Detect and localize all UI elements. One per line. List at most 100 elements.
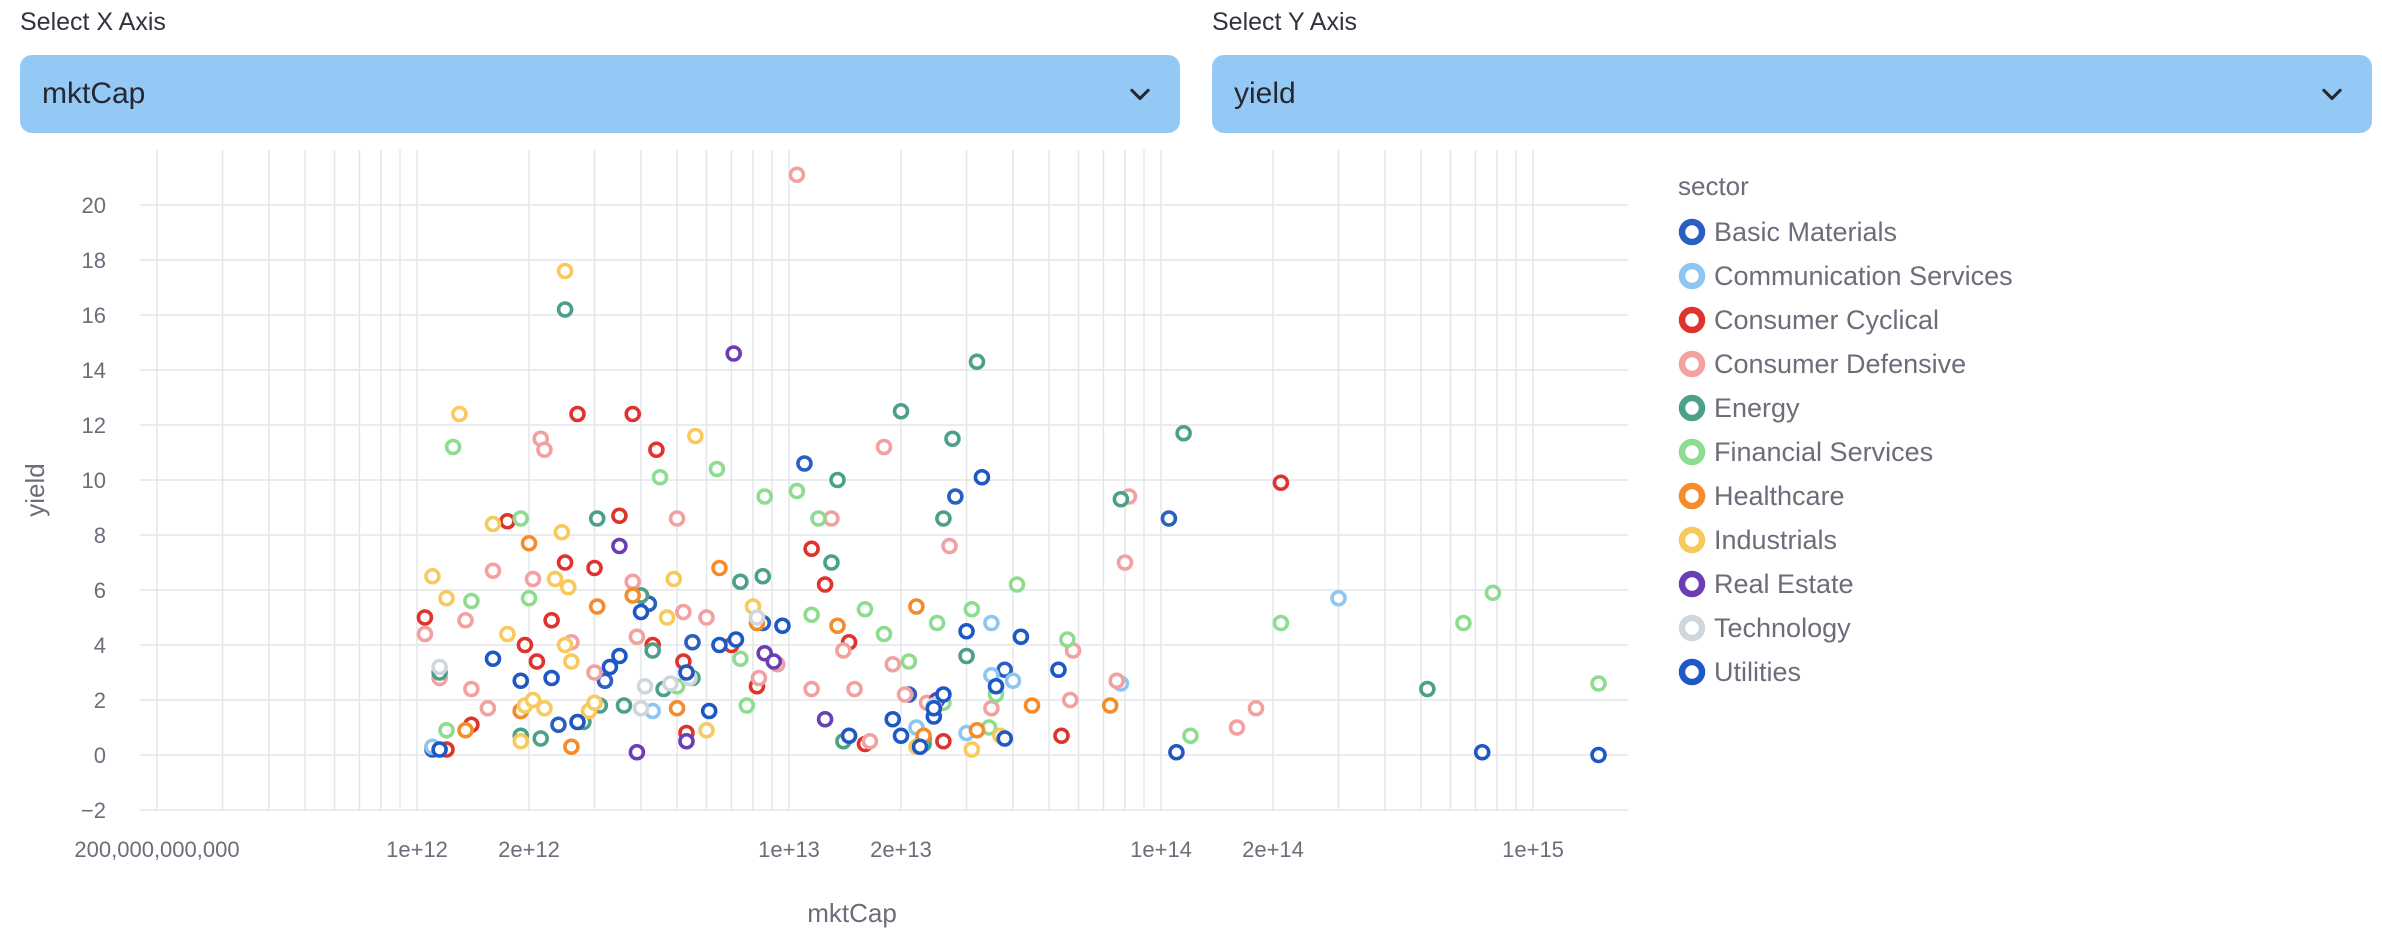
data-point xyxy=(524,570,542,588)
legend-label: Consumer Defensive xyxy=(1714,349,1966,379)
x-tick-label: 2e+12 xyxy=(498,837,560,862)
legend-title: sector xyxy=(1678,171,1749,201)
data-point xyxy=(900,653,918,670)
data-point xyxy=(725,345,743,362)
data-point xyxy=(829,471,846,489)
data-point xyxy=(553,523,571,541)
y-tick-label: 18 xyxy=(82,248,106,273)
data-point xyxy=(512,672,530,690)
x-tick-label: 2e+13 xyxy=(870,837,932,862)
data-point xyxy=(861,732,879,750)
data-point xyxy=(586,664,603,681)
data-point xyxy=(823,554,840,571)
data-point xyxy=(457,611,474,629)
data-point xyxy=(996,730,1014,747)
data-point xyxy=(438,721,455,739)
legend-marker xyxy=(1678,262,1706,290)
data-point xyxy=(892,402,910,420)
legend-label: Technology xyxy=(1714,613,1851,643)
data-point xyxy=(1059,631,1076,648)
data-point xyxy=(546,570,564,588)
data-point xyxy=(624,587,642,604)
legend-marker xyxy=(1678,570,1706,598)
legend-label: Industrials xyxy=(1714,525,1837,555)
data-point xyxy=(698,721,715,739)
chevron-down-icon xyxy=(2322,88,2342,101)
data-point xyxy=(708,460,726,478)
x-axis-select-label: Select X Axis xyxy=(20,8,166,36)
data-point xyxy=(1175,424,1192,442)
data-point xyxy=(711,636,728,654)
data-point xyxy=(416,609,434,626)
data-point xyxy=(1012,628,1030,646)
data-point xyxy=(1228,719,1246,736)
y-axis-select[interactable]: yield xyxy=(1212,55,2372,133)
data-point xyxy=(738,697,756,714)
legend-marker xyxy=(1678,218,1706,246)
data-point xyxy=(628,628,646,646)
data-point xyxy=(700,702,718,720)
data-point xyxy=(536,441,553,459)
data-point xyxy=(935,510,952,527)
data-point xyxy=(611,507,628,525)
y-axis-select-value: yield xyxy=(1234,77,1296,110)
data-point xyxy=(665,570,683,588)
data-point xyxy=(1108,672,1126,690)
data-point xyxy=(1004,672,1022,690)
data-point xyxy=(958,622,975,640)
grid-lines xyxy=(140,150,1628,811)
data-point xyxy=(632,603,650,621)
x-axis-select[interactable]: mktCap xyxy=(20,55,1180,133)
x-axis-title: mktCap xyxy=(807,898,897,928)
data-point xyxy=(588,510,606,527)
data-point xyxy=(983,699,1000,717)
data-point xyxy=(586,694,603,712)
data-point xyxy=(520,534,538,552)
legend-item: Healthcare xyxy=(1678,481,1845,511)
legend-label: Communication Services xyxy=(1714,261,2013,291)
data-point xyxy=(840,727,858,745)
data-point xyxy=(499,512,516,530)
data-point xyxy=(416,625,434,643)
data-point xyxy=(559,578,577,596)
x-tick-label: 2e+14 xyxy=(1242,837,1304,862)
y-tick-label: 12 xyxy=(82,413,106,438)
data-point xyxy=(754,567,772,585)
data-point xyxy=(816,576,834,593)
data-point xyxy=(628,743,646,761)
data-point xyxy=(1023,697,1041,714)
data-point xyxy=(516,636,534,654)
y-tick-label: −2 xyxy=(81,798,106,823)
legend-label: Consumer Cyclical xyxy=(1714,305,1939,335)
data-point xyxy=(973,468,991,486)
data-point xyxy=(884,655,902,673)
data-point xyxy=(1160,510,1178,527)
y-tick-label: 2 xyxy=(94,688,106,713)
data-point xyxy=(987,677,1005,695)
data-point xyxy=(563,738,580,756)
data-point xyxy=(884,710,902,728)
data-point xyxy=(963,600,981,618)
data-point xyxy=(896,686,914,703)
data-point xyxy=(1590,746,1607,764)
legend-marker xyxy=(1678,350,1706,378)
data-point xyxy=(648,441,665,459)
legend-label: Basic Materials xyxy=(1714,217,1897,247)
data-point xyxy=(632,699,650,717)
data-point xyxy=(543,669,560,687)
data-point xyxy=(1182,727,1199,745)
data-point xyxy=(1008,576,1026,593)
data-point xyxy=(1061,691,1079,709)
series-utilities xyxy=(431,468,1607,764)
data-point xyxy=(1330,589,1347,607)
data-point xyxy=(484,562,502,580)
data-point xyxy=(796,455,813,472)
data-point xyxy=(484,650,502,668)
data-point xyxy=(963,741,981,758)
data-point xyxy=(756,488,773,505)
data-points xyxy=(416,166,1607,764)
data-point xyxy=(588,598,606,615)
data-point xyxy=(908,598,925,615)
scatter-chart: −2 0 2 4 6 8 10 12 14 16 18 20 200,000,000,000 1e+12… xyxy=(20,150,2013,928)
data-point xyxy=(816,710,834,728)
